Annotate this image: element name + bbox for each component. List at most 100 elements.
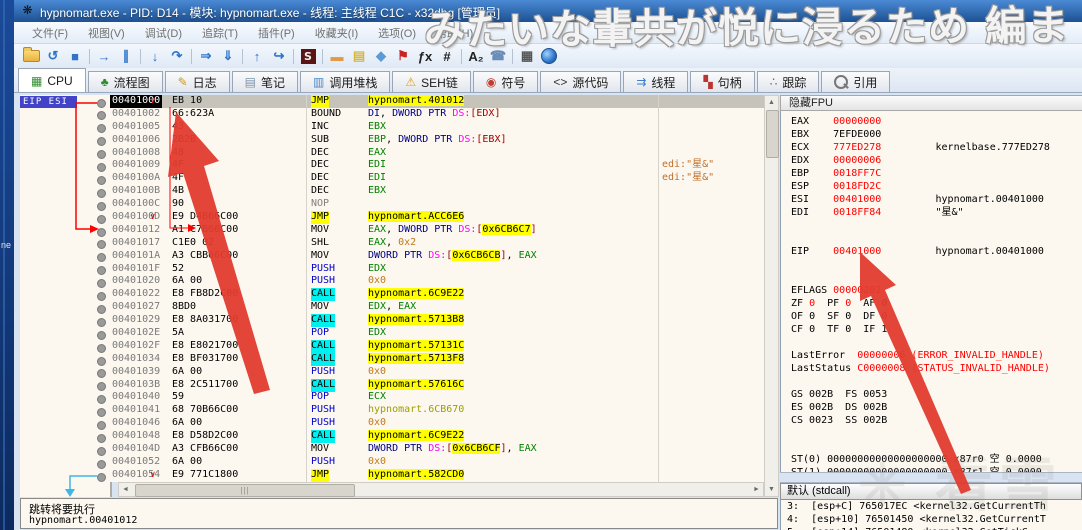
register-line[interactable]: ES 002B DS 002B	[781, 401, 1082, 414]
stack-argument-row[interactable]: 3: [esp+C] 765017EC <kernel32.GetCurrent…	[781, 500, 1082, 513]
breakpoint-dot[interactable]	[97, 98, 106, 108]
toolbar-open-file-button[interactable]	[20, 46, 42, 66]
tab-notes[interactable]: ▤ 笔记	[231, 71, 299, 92]
disasm-row[interactable]: 00401029 E8 8A031700 CALL hypnomart.5713B8	[110, 314, 764, 328]
breakpoint-dot[interactable]	[97, 150, 106, 160]
breakpoint-dot[interactable]	[97, 253, 106, 263]
disasm-row[interactable]: 0040104D A3 CFB66C00 MOV DWORD PTR DS:[0x6C…	[110, 443, 764, 456]
call-arguments-panel[interactable]: 3: [esp+C] 765017EC <kernel32.GetCurrent…	[780, 500, 1082, 530]
disasm-row[interactable]: 00401039 6A 00 PUSH 0x0	[110, 366, 764, 379]
breakpoint-dot[interactable]	[97, 304, 106, 314]
breakpoint-dot[interactable]	[97, 408, 106, 418]
toolbar-restart-button[interactable]: ↺	[42, 46, 64, 66]
menu-item-file[interactable]: 文件(F)	[22, 23, 78, 43]
breakpoint-dot[interactable]	[97, 240, 106, 250]
menu-item-plugins[interactable]: 插件(P)	[248, 23, 305, 43]
tab-trace[interactable]: ∴ 跟踪	[756, 71, 820, 92]
register-line[interactable]	[781, 440, 1082, 453]
panel-splitter[interactable]	[780, 472, 1082, 483]
toolbar-step-over-button[interactable]: ↷	[166, 46, 188, 66]
toolbar-bookmarks-button[interactable]: ⚑	[392, 46, 414, 66]
register-line[interactable]: ST(0) 00000000000000000000 x87r0 空 0.000…	[781, 453, 1082, 466]
disasm-row[interactable]: 00401020 6A 00 PUSH 0x0	[110, 275, 764, 288]
register-line[interactable]	[781, 427, 1082, 440]
toolbar-step-back-button[interactable]: ↑	[246, 46, 268, 66]
disasm-row[interactable]: 00401005 43 INC EBX	[110, 121, 764, 134]
breakpoint-dot[interactable]	[97, 227, 106, 237]
register-line[interactable]	[781, 219, 1082, 232]
tab-threads[interactable]: ⇉ 线程	[623, 71, 689, 92]
tab-seh[interactable]: ⚠ SEH链	[392, 71, 471, 92]
breakpoint-dot[interactable]	[97, 421, 106, 430]
disasm-row[interactable]: 0040100B 4B DEC EBX	[110, 185, 764, 198]
breakpoint-dot[interactable]	[97, 317, 106, 327]
register-line[interactable]: EFLAGS 00000202	[781, 284, 1082, 297]
disasm-row[interactable]: 0040102E 5A POP EDX	[110, 327, 764, 340]
register-line[interactable]: GS 002B FS 0053	[781, 388, 1082, 401]
breakpoint-dot[interactable]	[97, 330, 106, 340]
toolbar-scylla-button[interactable]: S	[297, 46, 319, 66]
disasm-row[interactable]: 0040102F E8 E8021700 CALL hypnomart.57131C	[110, 339, 764, 353]
disasm-gutter[interactable]: EIP ESI	[20, 95, 112, 497]
menu-item-favourites[interactable]: 收藏夹(I)	[305, 23, 368, 43]
disasm-row[interactable]: 00401027 8BD0 MOV EDX, EAX	[110, 301, 764, 314]
disasm-row[interactable]: 0040101F 52 PUSH EDX	[110, 263, 764, 276]
disasm-row[interactable]: 00401008 48 DEC EAX	[110, 147, 764, 160]
breakpoint-dot[interactable]	[97, 446, 106, 456]
tab-handles[interactable]: ▚ 句柄	[690, 71, 755, 92]
register-line[interactable]	[781, 232, 1082, 245]
hide-fpu-button[interactable]: 隐藏FPU	[780, 95, 1082, 111]
breakpoint-dot[interactable]	[97, 137, 106, 147]
toolbar-hash-button[interactable]: #	[436, 46, 458, 66]
disasm-row[interactable]: 0040103B E8 2C511700 CALL hypnomart.57616C	[110, 378, 764, 392]
disasm-row[interactable]: 00401012 A1 C7B66C00 MOV EAX, DWORD PTR DS:…	[110, 223, 764, 237]
disasm-row[interactable]: 00401000 ∨ EB 10 JMP hypnomart.401012	[110, 95, 764, 108]
tab-symbols[interactable]: ◉ 符号	[472, 71, 539, 92]
register-line[interactable]: ZF 0 PF 0 AF 0	[781, 297, 1082, 310]
tab-graph[interactable]: ♣ 流程图	[87, 71, 163, 92]
tab-cpu[interactable]: ▦ CPU	[18, 68, 86, 92]
register-line[interactable]: EDX 00000006	[781, 154, 1082, 167]
breakpoint-dot[interactable]	[97, 175, 106, 185]
breakpoint-dot[interactable]	[97, 201, 106, 211]
scroll-left-arrow-icon[interactable]: ◄	[119, 483, 132, 496]
breakpoint-dot[interactable]	[97, 279, 106, 289]
disasm-row[interactable]: 0040100C 90 NOP	[110, 198, 764, 211]
tab-log[interactable]: ✎ 日志	[164, 71, 230, 92]
disasm-row[interactable]: 00401041 68 70B66C00 PUSH hypnomart.6CB670	[110, 404, 764, 417]
disasm-row[interactable]: 0040100D ∨ E9 D4B66C00 JMP hypnomart.ACC6E6	[110, 211, 764, 224]
tab-references[interactable]: 引用	[821, 71, 891, 92]
register-line[interactable]	[781, 336, 1082, 349]
register-line[interactable]: LastError 00000006 (ERROR_INVALID_HANDLE…	[781, 349, 1082, 362]
disasm-row[interactable]: 0040100A 4F DEC EDI edi:"星&"	[110, 172, 764, 185]
calling-convention-dropdown[interactable]: 默认 (stdcall)	[780, 483, 1082, 500]
toolbar-pause-button[interactable]: ∥	[115, 46, 137, 66]
breakpoint-dot[interactable]	[97, 188, 106, 198]
register-line[interactable]: ESP 0018FD2C	[781, 180, 1082, 193]
disasm-vertical-scrollbar[interactable]: ▲ ▼	[764, 95, 779, 497]
toolbar-modules-button[interactable]: ☎	[487, 46, 509, 66]
register-line[interactable]	[781, 271, 1082, 284]
toolbar-labels-button[interactable]: ◆	[370, 46, 392, 66]
toolbar-execute-till-return-button[interactable]: ⇒	[195, 46, 217, 66]
toolbar-run-to-user-code-button[interactable]: ↪	[268, 46, 290, 66]
disasm-row[interactable]: 00401002 66:623A BOUND DI, DWORD PTR DS:[ED…	[110, 108, 764, 121]
tab-source[interactable]: <> 源代码	[540, 71, 622, 92]
register-line[interactable]: EIP 00401000 hypnomart.00401000	[781, 245, 1082, 258]
breakpoint-dot[interactable]	[97, 459, 106, 469]
disasm-row[interactable]: 00401009 4F DEC EDI edi:"星&"	[110, 159, 764, 172]
breakpoint-dot[interactable]	[97, 124, 106, 134]
scroll-up-arrow-icon[interactable]: ▲	[765, 96, 778, 109]
breakpoint-dot[interactable]	[97, 472, 106, 482]
register-line[interactable]: EDI 0018FF84 "星&"	[781, 206, 1082, 219]
register-line[interactable]: OF 0 SF 0 DF 0	[781, 310, 1082, 323]
register-line[interactable]: EAX 00000000	[781, 115, 1082, 128]
disassembly-view[interactable]: 00401000 ∨ EB 10 JMP hypnomart.401012 0040100…	[110, 95, 764, 482]
register-line[interactable]: CF 0 TF 0 IF 1	[781, 323, 1082, 336]
disasm-row[interactable]: 00401054 ∨ E9 771C1800 JMP hypnomart.582CD0	[110, 468, 764, 482]
registers-panel[interactable]: EAX 00000000 EBX 7EFDE000 ECX 777ED278 ker…	[780, 111, 1082, 472]
disasm-row[interactable]: 00401048 E8 D58D2C00 CALL hypnomart.6C9E22	[110, 430, 764, 444]
stack-argument-row[interactable]: 5: [esp+14] 76501480 <kernel32.GetTickC	[781, 526, 1082, 530]
register-line[interactable]: LastStatus C0000008 (STATUS_INVALID_HAND…	[781, 362, 1082, 375]
disasm-row[interactable]: 00401017 C1E0 02 SHL EAX, 0x2	[110, 237, 764, 250]
